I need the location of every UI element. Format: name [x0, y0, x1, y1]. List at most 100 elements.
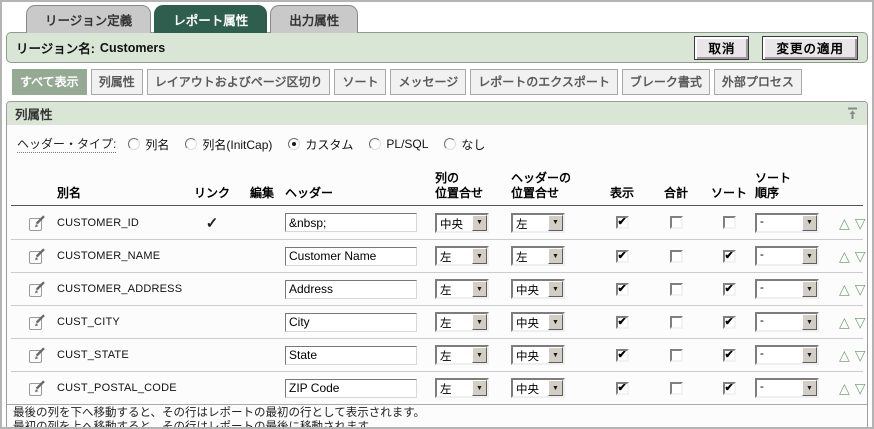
header-align-cell: 中央 — [511, 306, 595, 338]
link-cell: ✓ — [185, 273, 239, 305]
radio-label: 列名(InitCap) — [202, 136, 272, 153]
header-cell — [285, 240, 435, 272]
sort-sequence-select[interactable]: - — [755, 378, 819, 398]
page-tab[interactable]: リージョン定義 — [26, 5, 151, 33]
edit-column-icon[interactable] — [27, 345, 47, 365]
header-text-input[interactable] — [285, 247, 417, 266]
column-header: 列の 位置合せ — [435, 171, 511, 201]
column-header: ソート 順序 — [755, 171, 833, 201]
header-type-help-link[interactable]: ヘッダー・タイプ: — [17, 135, 116, 153]
show-checkbox[interactable] — [616, 316, 629, 329]
sort-checkbox[interactable] — [723, 316, 736, 329]
sort-sequence-select[interactable]: - — [755, 246, 819, 266]
attribute-subtab[interactable]: ソート — [334, 69, 386, 95]
sum-checkbox[interactable] — [670, 316, 683, 329]
column-align-select[interactable]: 左 — [435, 312, 489, 332]
radio-button[interactable] — [369, 138, 381, 150]
header-align-select[interactable]: 中央 — [511, 378, 565, 398]
attribute-subtab[interactable]: メッセージ — [390, 69, 466, 95]
column-header: 合計 — [664, 186, 688, 201]
edit-column-icon[interactable] — [27, 246, 47, 266]
sort-checkbox[interactable] — [723, 382, 736, 395]
column-align-select[interactable]: 左 — [435, 279, 489, 299]
cancel-button[interactable]: 取消 — [694, 36, 749, 60]
sort-sequence-select[interactable]: - — [755, 345, 819, 365]
move-up-icon[interactable] — [839, 381, 850, 395]
column-table-header: 別名 リンク 編集 ヘッダー 列の 位置合せ ヘッダーの 位置合せ 表示 合計 … — [11, 159, 863, 206]
radio-button[interactable] — [288, 138, 300, 150]
sort-checkbox[interactable] — [723, 250, 736, 263]
dropdown-arrow-icon — [472, 314, 487, 330]
header-text-input[interactable] — [285, 379, 417, 398]
attribute-subtab[interactable]: レポートのエクスポート — [470, 69, 618, 95]
header-text-input[interactable] — [285, 213, 417, 232]
show-checkbox[interactable] — [616, 382, 629, 395]
column-align-select[interactable]: 左 — [435, 246, 489, 266]
sort-checkbox[interactable] — [723, 283, 736, 296]
move-up-icon[interactable] — [839, 216, 850, 230]
sum-checkbox[interactable] — [670, 349, 683, 362]
alias-cell: CUSTOMER_NAME — [57, 240, 185, 272]
header-cell — [285, 339, 435, 371]
dropdown-arrow-icon — [802, 215, 817, 231]
sort-sequence-select[interactable]: - — [755, 279, 819, 299]
move-down-icon[interactable] — [855, 315, 866, 329]
attribute-subtab[interactable]: 外部プロセス — [714, 69, 802, 95]
sort-sequence-select[interactable]: - — [755, 312, 819, 332]
move-up-icon[interactable] — [839, 315, 850, 329]
sort-cell — [703, 273, 755, 305]
move-down-icon[interactable] — [855, 348, 866, 362]
sum-checkbox[interactable] — [670, 250, 683, 263]
attribute-subtab[interactable]: すべて表示 — [12, 69, 87, 95]
sum-checkbox[interactable] — [670, 382, 683, 395]
apply-changes-button[interactable]: 変更の適用 — [762, 36, 858, 60]
move-down-icon[interactable] — [855, 216, 866, 230]
move-up-icon[interactable] — [839, 348, 850, 362]
move-up-icon[interactable] — [839, 249, 850, 263]
attribute-subtab[interactable]: レイアウトおよびページ区切り — [147, 69, 331, 95]
column-align-select[interactable]: 左 — [435, 378, 489, 398]
dropdown-arrow-icon — [802, 347, 817, 363]
edit-column-icon[interactable] — [27, 213, 47, 233]
sort-sequence-select[interactable]: - — [755, 213, 819, 233]
edit-column-icon[interactable] — [27, 279, 47, 299]
attribute-subtabs: すべて表示 列属性 レイアウトおよびページ区切り ソート メッセージ レポートの… — [12, 69, 868, 95]
header-text-input[interactable] — [285, 313, 417, 332]
move-up-icon[interactable] — [839, 282, 850, 296]
show-checkbox[interactable] — [616, 216, 629, 229]
alias-cell: CUST_POSTAL_CODE — [57, 372, 185, 404]
show-checkbox[interactable] — [616, 349, 629, 362]
attribute-subtab[interactable]: 列属性 — [91, 69, 143, 95]
move-down-icon[interactable] — [855, 249, 866, 263]
page-tab[interactable]: レポート属性 — [154, 5, 267, 33]
sort-checkbox[interactable] — [723, 349, 736, 362]
column-align-select[interactable]: 中央 — [435, 213, 489, 233]
edit-column-icon[interactable] — [27, 312, 47, 332]
sort-checkbox[interactable] — [723, 216, 736, 229]
move-down-icon[interactable] — [855, 381, 866, 395]
edit-column-icon[interactable] — [27, 378, 47, 398]
header-type-option: なし — [444, 136, 485, 153]
header-align-select[interactable]: 左 — [511, 246, 565, 266]
header-align-select[interactable]: 左 — [511, 213, 565, 233]
show-checkbox[interactable] — [616, 250, 629, 263]
radio-button[interactable] — [185, 138, 197, 150]
header-align-select[interactable]: 中央 — [511, 312, 565, 332]
page-tab[interactable]: 出力属性 — [270, 5, 358, 33]
header-text-input[interactable] — [285, 346, 417, 365]
radio-button[interactable] — [128, 138, 140, 150]
header-align-select[interactable]: 中央 — [511, 345, 565, 365]
show-cell — [595, 372, 649, 404]
header-text-input[interactable] — [285, 280, 417, 299]
sum-checkbox[interactable] — [670, 216, 683, 229]
show-checkbox[interactable] — [616, 283, 629, 296]
header-align-select[interactable]: 中央 — [511, 279, 565, 299]
move-down-icon[interactable] — [855, 282, 866, 296]
column-align-select[interactable]: 左 — [435, 345, 489, 365]
sum-checkbox[interactable] — [670, 283, 683, 296]
radio-button[interactable] — [444, 138, 456, 150]
sort-seq-cell: - — [755, 206, 833, 239]
scroll-to-top-icon[interactable] — [846, 107, 859, 120]
attribute-subtab[interactable]: ブレーク書式 — [622, 69, 710, 95]
edit-flag-cell — [239, 206, 285, 239]
